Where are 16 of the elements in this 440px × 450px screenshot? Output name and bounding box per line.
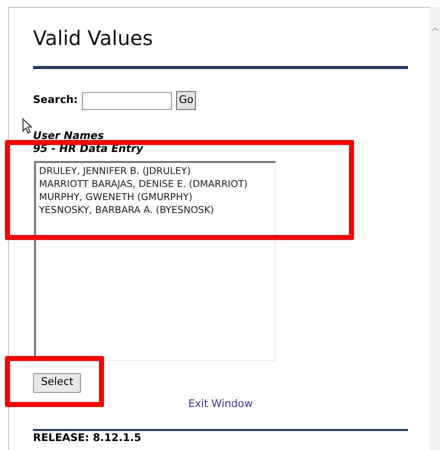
go-button[interactable]: Go <box>176 91 196 110</box>
select-button[interactable]: Select <box>33 372 82 393</box>
list-heading: User Names <box>33 130 105 140</box>
list-option[interactable]: MARRIOTT BARAJAS, DENISE E. (DMARRIOT) <box>39 178 275 191</box>
user-list[interactable]: DRULEY, JENNIFER B. (JDRULEY) MARRIOTT BARAJAS, DENISE E. (DMARRIOT) MURPHY, GWENETH (GMURPHY) YESNOSKY, BARBARA A. (BYESNOSK) <box>34 161 276 361</box>
list-option[interactable]: MURPHY, GWENETH (GMURPHY) <box>39 191 275 204</box>
list-option[interactable]: DRULEY, JENNIFER B. (JDRULEY) <box>39 165 275 178</box>
search-label: Search: <box>33 92 78 108</box>
scrollbar[interactable] <box>430 7 440 450</box>
list-option[interactable]: YESNOSKY, BARBARA A. (BYESNOSK) <box>39 204 275 217</box>
cursor-icon <box>22 118 32 134</box>
release-label: RELEASE: 8.12.1.5 <box>33 432 142 445</box>
exit-window-link[interactable]: Exit Window <box>188 396 253 413</box>
scroll-up-icon[interactable] <box>432 27 438 31</box>
page-title: Valid Values <box>33 26 154 50</box>
search-field[interactable] <box>82 92 172 110</box>
